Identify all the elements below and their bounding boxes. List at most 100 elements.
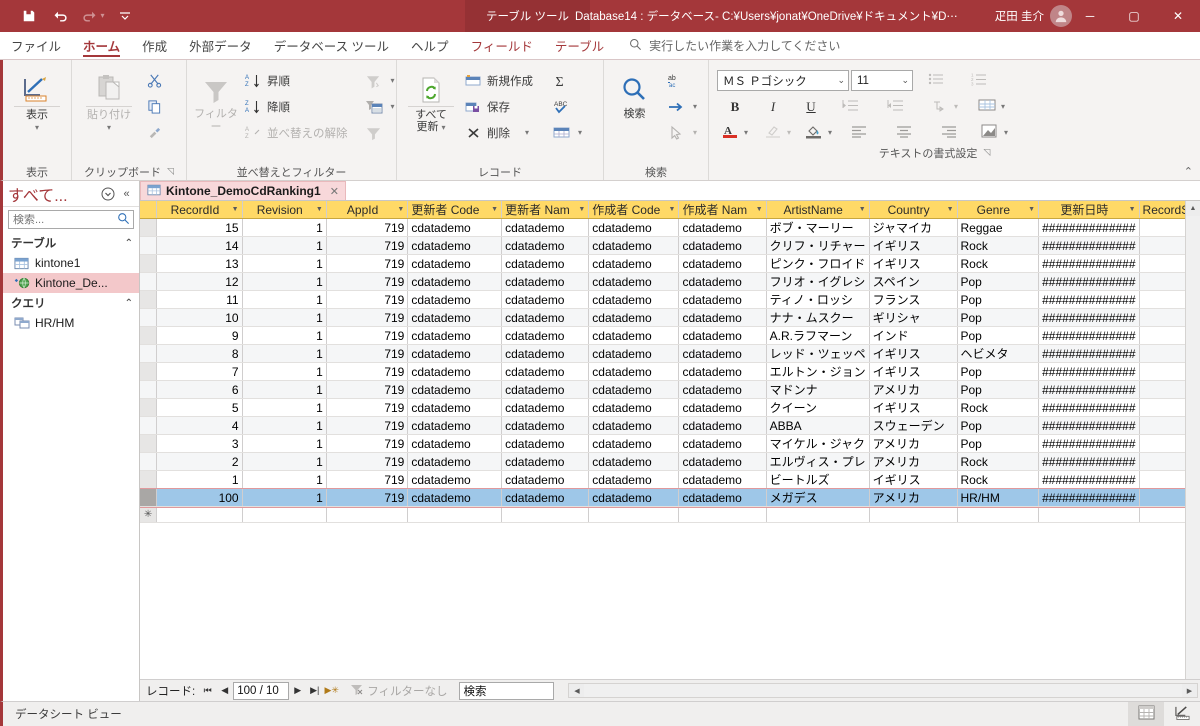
gridlines-button[interactable] [974, 95, 999, 118]
tab-help[interactable]: ヘルプ [400, 32, 460, 59]
row-selector[interactable] [140, 345, 157, 363]
user-account[interactable]: 疋田 圭介 [995, 0, 1072, 32]
table-cell[interactable]: cdatademo [408, 363, 502, 381]
table-cell[interactable]: ############## [1039, 327, 1139, 345]
table-cell[interactable]: ギリシャ [869, 309, 957, 327]
table-cell[interactable]: cdatademo [589, 255, 679, 273]
table-row[interactable]: 111719cdatademocdatademocdatademocdatade… [140, 291, 1200, 309]
table-cell[interactable] [1039, 507, 1139, 523]
table-cell[interactable] [869, 507, 957, 523]
table-cell[interactable]: cdatademo [679, 309, 766, 327]
first-record-icon[interactable]: ⏮ [199, 682, 216, 700]
clipboard-dialog-launcher-icon[interactable]: ◹ [167, 166, 174, 177]
new-record-icon[interactable]: ▶✳ [323, 682, 340, 700]
table-cell[interactable] [242, 507, 326, 523]
table-cell[interactable] [157, 507, 242, 523]
table-cell[interactable]: レッド・ツェッペ [766, 345, 869, 363]
close-icon[interactable]: ✕ [326, 185, 339, 198]
table-cell[interactable]: ############## [1039, 417, 1139, 435]
chevron-down-icon[interactable]: ▾ [578, 128, 582, 137]
maximize-button[interactable]: ▢ [1112, 0, 1156, 32]
column-header-artistname[interactable]: ArtistName▼ [766, 201, 869, 219]
row-selector[interactable] [140, 381, 157, 399]
tab-home[interactable]: ホーム [72, 32, 131, 59]
italic-button[interactable]: I [755, 95, 791, 118]
table-cell[interactable]: 10 [157, 309, 242, 327]
chevron-down-icon[interactable]: ▼ [756, 206, 763, 213]
row-selector[interactable] [140, 399, 157, 417]
table-cell[interactable]: ボブ・マーリー [766, 219, 869, 237]
table-cell[interactable]: Rock [957, 237, 1039, 255]
table-cell[interactable]: cdatademo [589, 453, 679, 471]
tab-file[interactable]: ファイル [0, 32, 72, 59]
table-cell[interactable]: 719 [326, 255, 408, 273]
text-format-dialog-launcher-icon[interactable]: ◹ [983, 147, 990, 158]
table-cell[interactable]: cdatademo [502, 453, 589, 471]
collapse-ribbon-icon[interactable]: ⌃ [1184, 165, 1193, 178]
table-cell[interactable]: cdatademo [408, 219, 502, 237]
refresh-all-button[interactable]: すべて更新 ▾ [403, 66, 459, 133]
table-cell[interactable]: cdatademo [589, 237, 679, 255]
table-cell[interactable]: マドンナ [766, 381, 869, 399]
table-cell[interactable]: cdatademo [408, 489, 502, 507]
chevron-down-icon[interactable]: ▾ [35, 123, 39, 132]
tab-create[interactable]: 作成 [131, 32, 178, 59]
table-cell[interactable]: cdatademo [502, 327, 589, 345]
table-cell[interactable]: cdatademo [589, 273, 679, 291]
table-cell[interactable]: cdatademo [679, 435, 766, 453]
table-cell[interactable]: 719 [326, 471, 408, 489]
table-row[interactable]: 71719cdatademocdatademocdatademocdatadem… [140, 363, 1200, 381]
sort-descending-button[interactable]: ZA 降順 [239, 94, 353, 119]
table-cell[interactable]: ############## [1039, 237, 1139, 255]
table-cell[interactable]: イギリス [869, 255, 957, 273]
table-cell[interactable]: 1 [242, 381, 326, 399]
table-cell[interactable]: 5 [157, 399, 242, 417]
table-cell[interactable]: スウェーデン [869, 417, 957, 435]
scroll-up-icon[interactable]: ▲ [1186, 201, 1200, 216]
table-cell[interactable]: 719 [326, 273, 408, 291]
copy-button[interactable] [140, 94, 168, 119]
table-cell[interactable]: 11 [157, 291, 242, 309]
table-cell[interactable]: 1 [242, 327, 326, 345]
row-selector[interactable] [140, 471, 157, 489]
save-record-button[interactable]: 保存 [459, 94, 538, 119]
table-cell[interactable]: cdatademo [502, 363, 589, 381]
table-cell[interactable]: イギリス [869, 237, 957, 255]
table-cell[interactable]: ABBA [766, 417, 869, 435]
table-cell[interactable]: ############## [1039, 435, 1139, 453]
view-button[interactable]: 表示 ▾ [9, 66, 65, 132]
table-cell[interactable]: cdatademo [679, 381, 766, 399]
table-cell[interactable]: 719 [326, 453, 408, 471]
find-button[interactable]: 検索 [610, 66, 659, 121]
table-cell[interactable]: cdatademo [502, 489, 589, 507]
table-cell[interactable]: cdatademo [502, 237, 589, 255]
table-cell[interactable]: ############## [1039, 471, 1139, 489]
table-row[interactable]: 31719cdatademocdatademocdatademocdatadem… [140, 435, 1200, 453]
table-cell[interactable]: cdatademo [408, 399, 502, 417]
table-cell[interactable]: 719 [326, 363, 408, 381]
table-row[interactable]: 21719cdatademocdatademocdatademocdatadem… [140, 453, 1200, 471]
column-header-genre[interactable]: Genre▼ [957, 201, 1039, 219]
table-cell[interactable]: 13 [157, 255, 242, 273]
datasheet-format-button[interactable] [977, 121, 1002, 144]
tell-me-search[interactable]: 実行したい作業を入力してください [615, 32, 840, 59]
table-cell[interactable]: 719 [326, 327, 408, 345]
table-cell[interactable]: cdatademo [408, 273, 502, 291]
table-row[interactable]: 51719cdatademocdatademocdatademocdatadem… [140, 399, 1200, 417]
chevron-down-icon[interactable]: ▾ [693, 102, 697, 111]
table-cell[interactable]: Pop [957, 363, 1039, 381]
previous-record-icon[interactable]: ◀ [216, 682, 233, 700]
table-cell[interactable]: 14 [157, 237, 242, 255]
tab-fields[interactable]: フィールド [460, 32, 544, 59]
table-cell[interactable]: 7 [157, 363, 242, 381]
table-row[interactable]: 41719cdatademocdatademocdatademocdatadem… [140, 417, 1200, 435]
row-selector[interactable] [140, 237, 157, 255]
chevron-down-icon[interactable]: ▼ [669, 206, 676, 213]
table-cell[interactable]: cdatademo [679, 453, 766, 471]
chevron-down-icon[interactable]: ▾ [744, 128, 748, 137]
table-cell[interactable]: フランス [869, 291, 957, 309]
table-cell[interactable]: cdatademo [589, 381, 679, 399]
sidebar-item-hr-hm[interactable]: HR/HM [3, 313, 139, 333]
table-cell[interactable]: cdatademo [408, 345, 502, 363]
tab-external-data[interactable]: 外部データ [178, 32, 263, 59]
